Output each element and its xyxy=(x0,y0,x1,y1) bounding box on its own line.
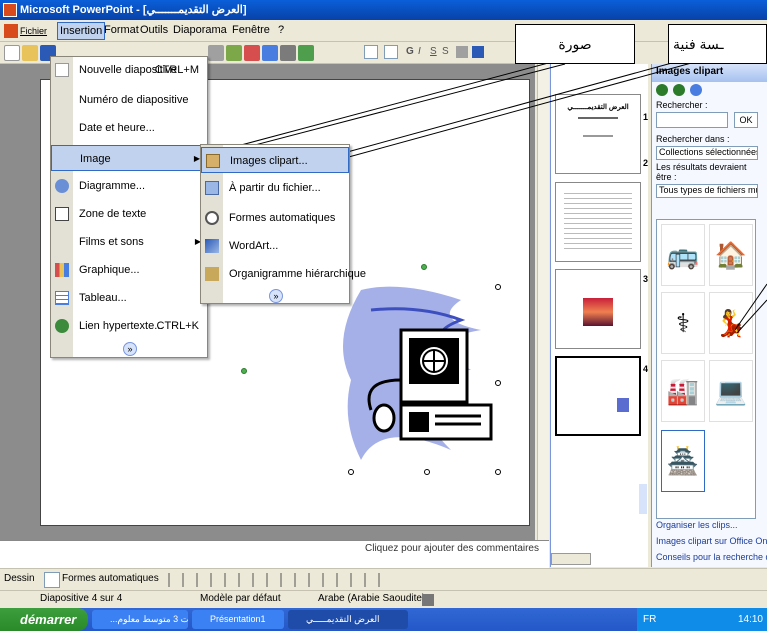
submenu-wordart[interactable]: WordArt... xyxy=(201,233,349,259)
menu-graphique[interactable]: Graphique... xyxy=(51,257,207,283)
status-language: Arabe (Arabie Saoudite) xyxy=(318,593,426,604)
hyperlink-icon xyxy=(55,319,69,333)
lang-indicator[interactable]: FR xyxy=(643,608,656,631)
menu-films-sons[interactable]: Films et sons ▶ xyxy=(51,229,207,255)
menu-diagramme[interactable]: Diagramme... xyxy=(51,173,207,199)
taskbar: démarrer ...مذكرات 3 متوسط معلوم Présent… xyxy=(0,608,767,631)
select-objects-icon[interactable] xyxy=(44,572,60,588)
drawing-toolbar: Dessin Formes automatiques xyxy=(0,568,767,590)
callout-art: ـسة فنية xyxy=(668,24,767,64)
insertion-menu: Nouvelle diapositive CTRL+M Numéro de di… xyxy=(50,56,208,358)
menu-tableau[interactable]: Tableau... xyxy=(51,285,207,311)
wordart-icon xyxy=(205,239,219,253)
menu-numero-diapositive[interactable]: Numéro de diapositive xyxy=(51,87,207,113)
dessin-menu[interactable]: Dessin xyxy=(4,573,35,584)
menu-zone-texte[interactable]: Zone de texte xyxy=(51,201,207,227)
expand-menu-icon[interactable]: » xyxy=(123,342,137,356)
callout-photo: صورة xyxy=(515,24,635,64)
new-slide-icon xyxy=(55,63,69,77)
menu-date-heure[interactable]: Date et heure... xyxy=(51,115,207,141)
clipart-icon xyxy=(206,154,220,168)
submenu-a-partir-fichier[interactable]: À partir du fichier... xyxy=(201,175,349,201)
org-chart-icon xyxy=(205,267,219,281)
diagram-icon xyxy=(55,179,69,193)
status-bar: Diapositive 4 sur 4 Modèle par défaut Ar… xyxy=(0,590,767,608)
submenu-images-clipart[interactable]: Images clipart... xyxy=(201,147,349,173)
submenu-formes-automatiques[interactable]: Formes automatiques xyxy=(201,205,349,231)
status-template: Modèle par défaut xyxy=(200,593,281,604)
autoshapes-icon xyxy=(205,211,219,225)
drawing-tools[interactable] xyxy=(168,573,388,587)
clock: 14:10 xyxy=(737,614,763,625)
autoshapes-menu[interactable]: Formes automatiques xyxy=(62,573,159,584)
menu-image[interactable]: Image ▶ xyxy=(51,145,207,171)
start-button[interactable]: démarrer xyxy=(0,608,88,631)
table-icon xyxy=(55,291,69,305)
menu-nouvelle-diapositive[interactable]: Nouvelle diapositive CTRL+M xyxy=(51,57,207,83)
menu-lien-hypertexte[interactable]: Lien hypertexte... CTRL+K xyxy=(51,313,207,339)
view-buttons[interactable] xyxy=(551,553,591,565)
taskbar-item-presentation1[interactable]: Présentation1 xyxy=(192,610,284,629)
system-tray: FR 14:10 xyxy=(637,608,767,631)
chart-icon xyxy=(55,263,69,277)
submenu-organigramme[interactable]: Organigramme hiérarchique xyxy=(201,261,366,287)
status-slide: Diapositive 4 sur 4 xyxy=(40,593,123,604)
text-box-icon xyxy=(55,207,69,221)
taskbar-item-word[interactable]: ...مذكرات 3 متوسط معلوم xyxy=(92,610,188,629)
expand-submenu-icon[interactable]: » xyxy=(269,289,283,303)
picture-file-icon xyxy=(205,181,219,195)
spelling-icon xyxy=(422,594,434,606)
taskbar-item-active-presentation[interactable]: العرض التقديمـــــي xyxy=(288,610,408,629)
image-submenu: Images clipart... À partir du fichier...… xyxy=(200,144,366,304)
